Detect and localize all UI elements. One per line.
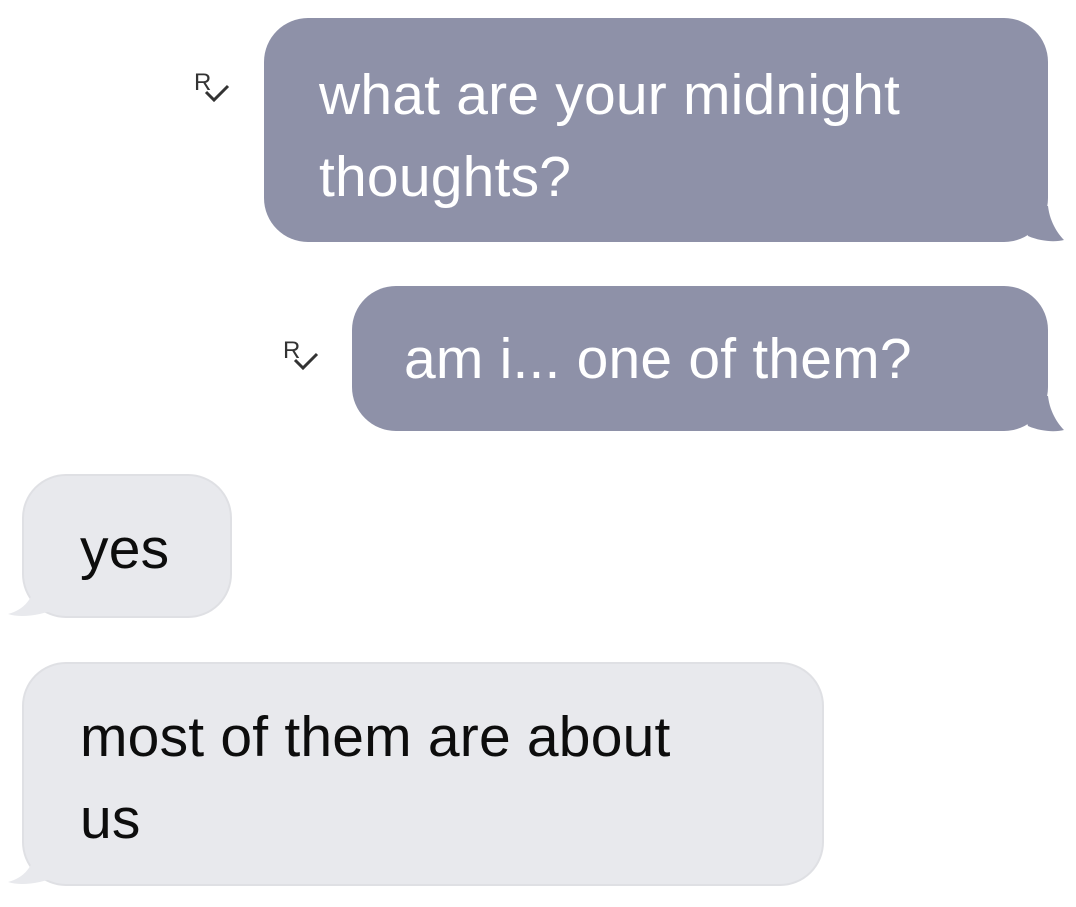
- bubble-tail: [1020, 396, 1064, 432]
- message-text: yes: [80, 517, 170, 581]
- bubble-tail: [8, 848, 62, 884]
- read-receipt-icon: R: [192, 66, 236, 110]
- svg-text:R: R: [283, 337, 300, 364]
- bubble-tail: [8, 580, 62, 616]
- received-message-bubble[interactable]: most of them are about us: [22, 662, 824, 886]
- svg-text:R: R: [194, 69, 211, 96]
- message-text: what are your midnight thoughts?: [319, 63, 901, 209]
- sent-message-bubble[interactable]: am i... one of them?: [352, 286, 1048, 431]
- bubble-tail: [1020, 206, 1064, 242]
- message-thread: R what are your midnight thoughts? R am …: [0, 0, 1076, 907]
- message-text: most of them are about us: [80, 705, 671, 851]
- sent-message-bubble[interactable]: what are your midnight thoughts?: [264, 18, 1048, 242]
- message-text: am i... one of them?: [404, 327, 912, 391]
- read-receipt-icon: R: [281, 334, 325, 378]
